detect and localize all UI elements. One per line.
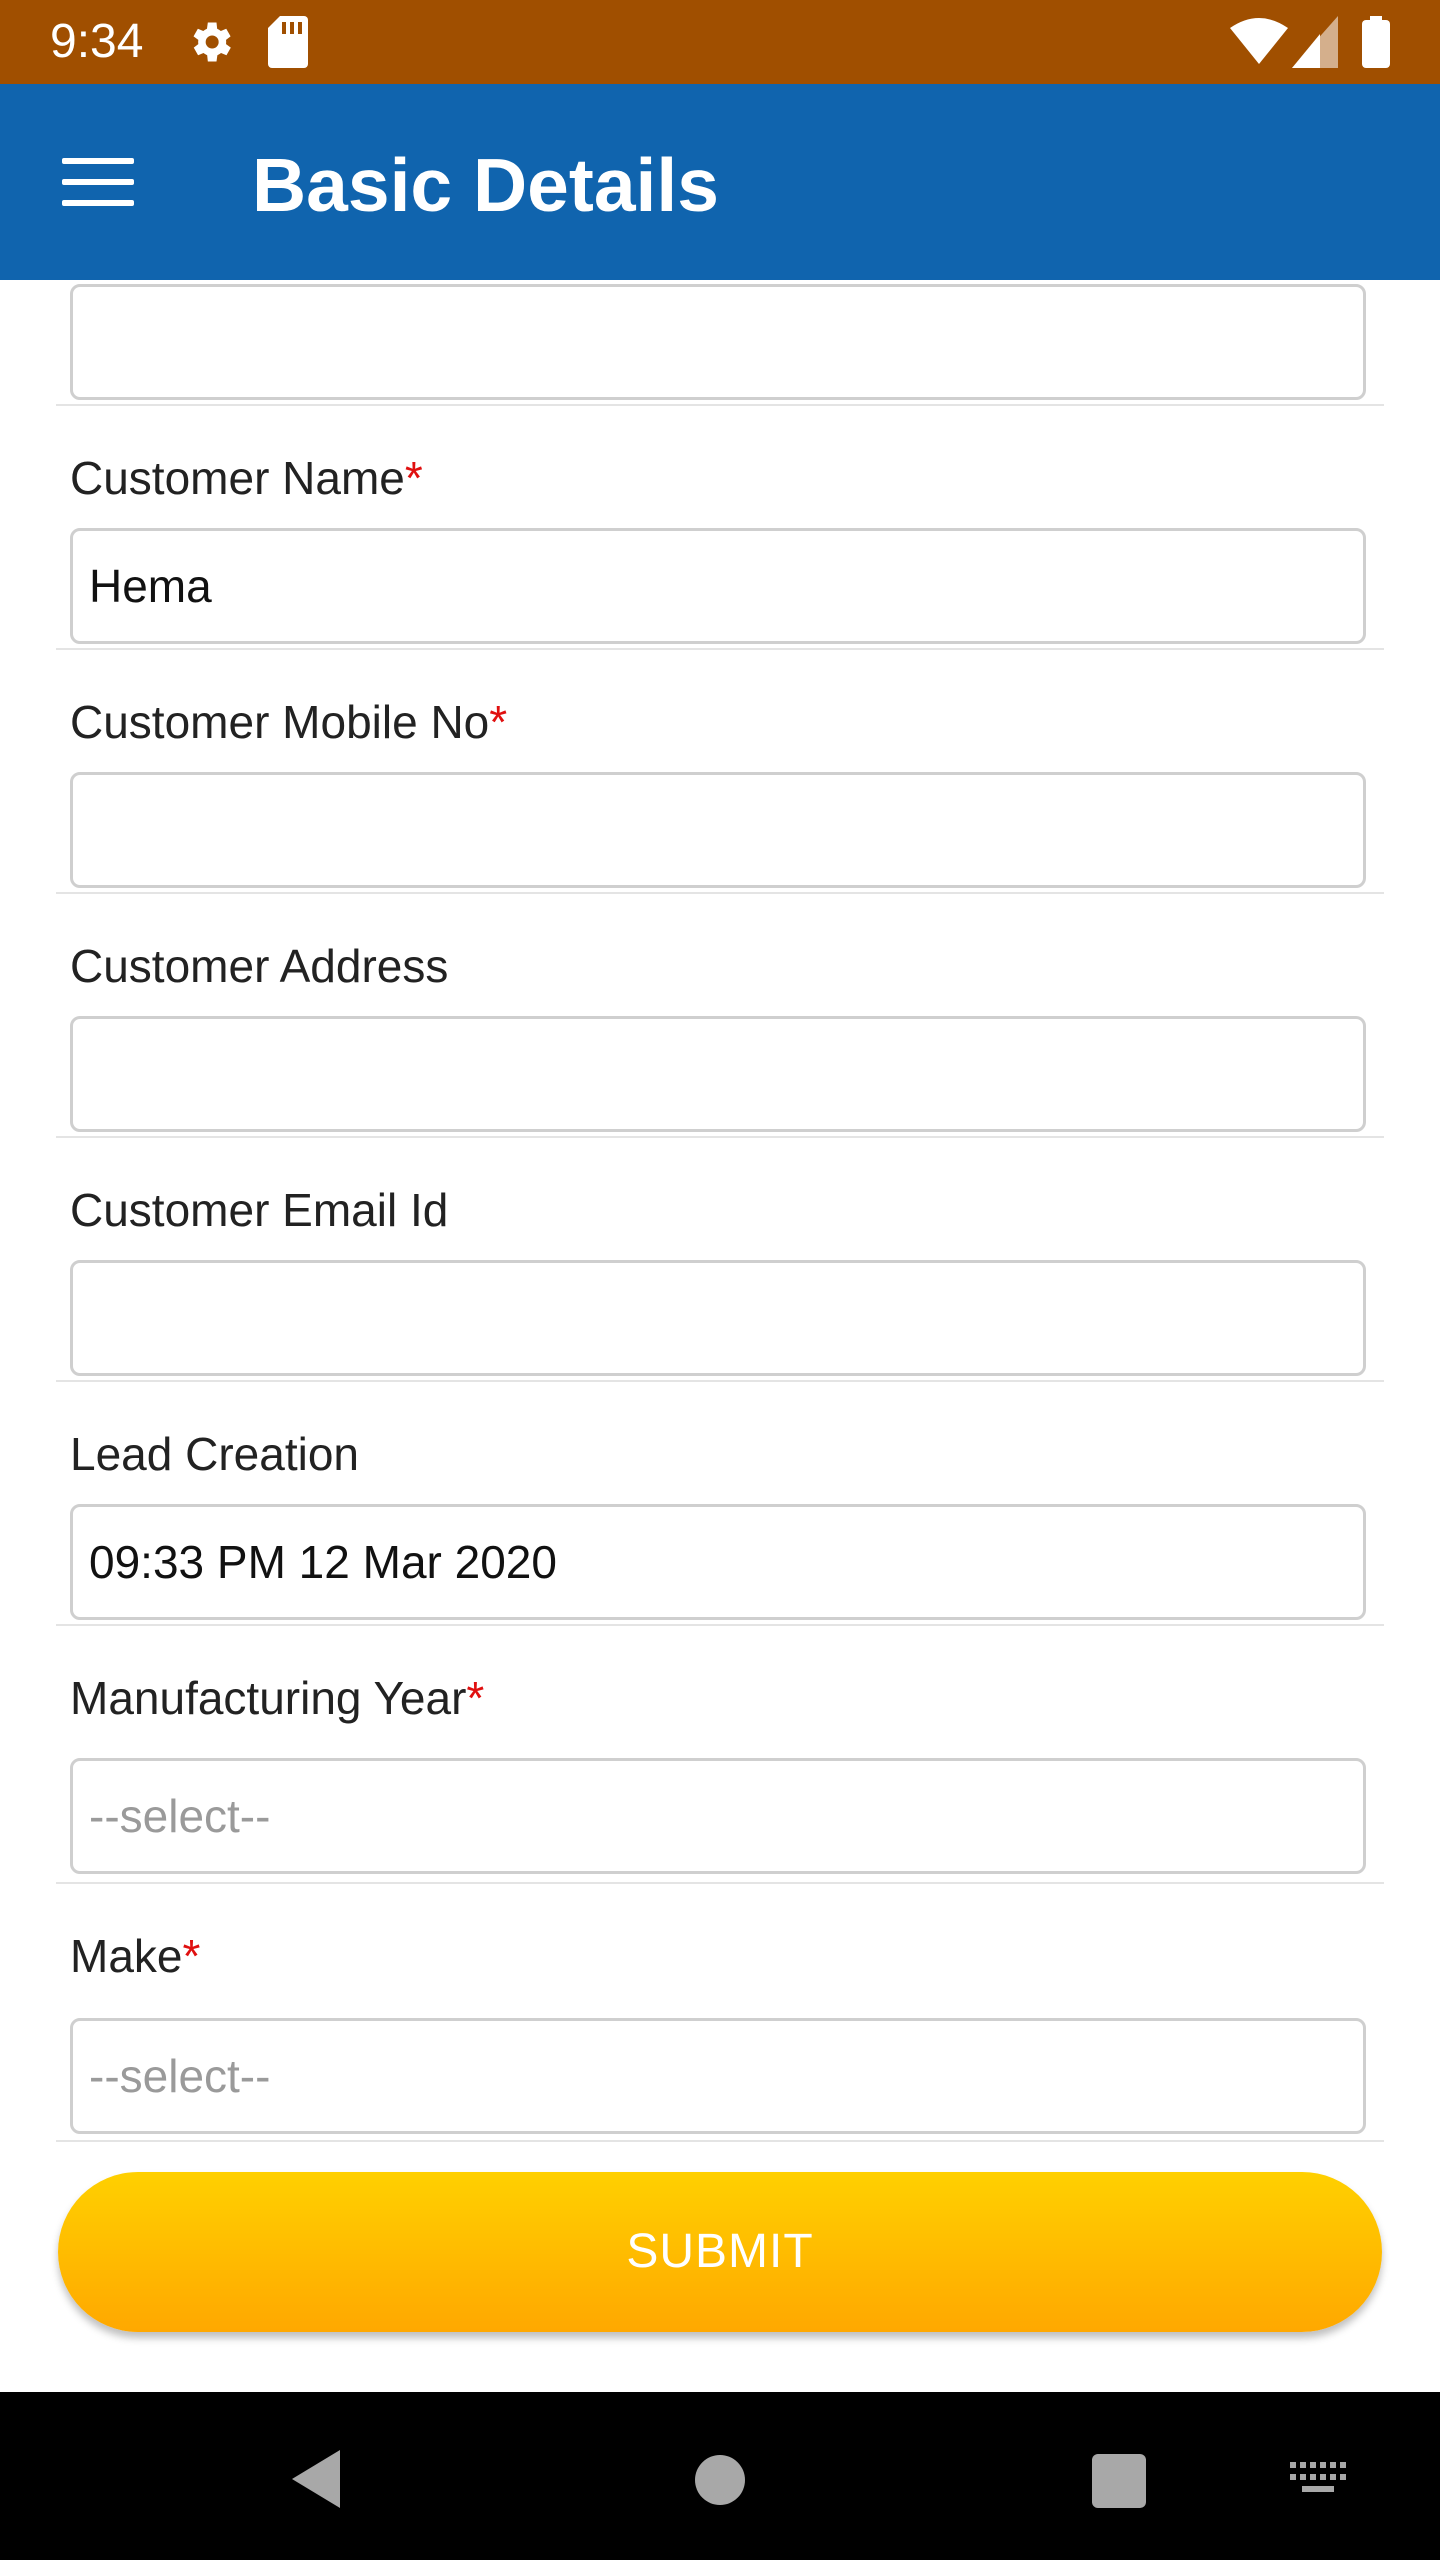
divider — [56, 2140, 1384, 2142]
customer-address-input[interactable] — [70, 1016, 1366, 1132]
submit-button[interactable]: SUBMIT — [58, 2172, 1382, 2332]
divider — [56, 892, 1384, 894]
back-icon[interactable] — [288, 2448, 344, 2510]
navigation-bar — [0, 2392, 1440, 2560]
required-marker: * — [489, 696, 508, 748]
customer-mobile-input[interactable] — [70, 772, 1366, 888]
battery-icon — [1362, 16, 1390, 68]
keyboard-icon[interactable] — [1290, 2462, 1346, 2496]
customer-name-input[interactable]: Hema — [70, 528, 1366, 644]
status-time: 9:34 — [50, 15, 144, 68]
make-label: Make* — [70, 1930, 201, 1982]
divider — [56, 1380, 1384, 1382]
divider — [56, 648, 1384, 650]
customer-address-label: Customer Address — [70, 940, 449, 992]
required-marker: * — [404, 452, 423, 504]
status-bar: 9:34 — [0, 0, 1440, 84]
divider — [56, 404, 1384, 406]
top-input-field[interactable] — [70, 284, 1366, 400]
customer-email-label: Customer Email Id — [70, 1184, 449, 1236]
customer-name-label: Customer Name* — [70, 452, 423, 504]
lead-creation-input[interactable]: 09:33 PM 12 Mar 2020 — [70, 1504, 1366, 1620]
app-bar: Basic Details — [0, 84, 1440, 280]
manufacturing-year-label: Manufacturing Year* — [70, 1672, 485, 1724]
home-icon[interactable] — [694, 2454, 746, 2506]
required-marker: * — [466, 1672, 485, 1724]
signal-icon — [1292, 16, 1338, 68]
recents-icon[interactable] — [1092, 2454, 1146, 2508]
lead-creation-label: Lead Creation — [70, 1428, 359, 1480]
divider — [56, 1882, 1384, 1884]
customer-email-input[interactable] — [70, 1260, 1366, 1376]
divider — [56, 1136, 1384, 1138]
make-select[interactable]: --select-- — [70, 2018, 1366, 2134]
divider — [56, 1624, 1384, 1626]
page-title: Basic Details — [252, 143, 719, 227]
required-marker: * — [182, 1930, 201, 1982]
customer-mobile-label: Customer Mobile No* — [70, 696, 508, 748]
manufacturing-year-select[interactable]: --select-- — [70, 1758, 1366, 1874]
hamburger-menu-icon[interactable] — [62, 158, 134, 206]
sd-card-icon — [268, 16, 308, 68]
wifi-icon — [1230, 18, 1288, 64]
gear-icon — [193, 22, 231, 62]
